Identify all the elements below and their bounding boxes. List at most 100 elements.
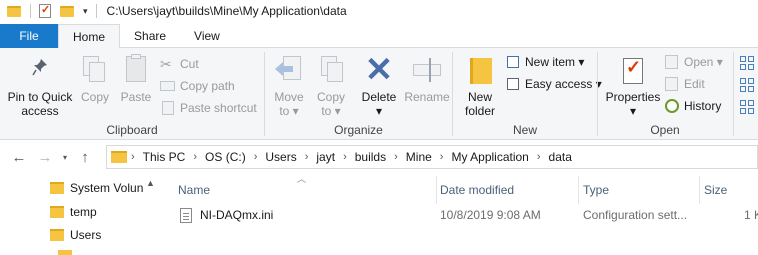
delete-label: Delete ▾ xyxy=(361,90,397,118)
new-folder-icon[interactable] xyxy=(59,3,75,19)
chevron-right-icon[interactable]: › xyxy=(305,151,309,163)
column-header-name[interactable]: Name xyxy=(174,180,436,200)
paste-button[interactable]: Paste xyxy=(116,54,156,104)
cut-label: Cut xyxy=(180,57,199,71)
pin-label: Pin to Quick access xyxy=(7,90,73,118)
chevron-right-icon[interactable]: › xyxy=(254,151,258,163)
clipboard-group: Pin to Quick access Copy Paste ✂ Cut Cop… xyxy=(0,48,264,140)
select-all-icon[interactable] xyxy=(740,56,754,70)
properties-label: Properties ▾ xyxy=(605,90,661,118)
column-header-date-modified[interactable]: Date modified xyxy=(436,180,578,200)
breadcrumb-jayt[interactable]: jayt xyxy=(316,150,335,164)
move-to-label: Move to ▾ xyxy=(274,90,304,118)
chevron-right-icon[interactable]: › xyxy=(131,151,135,163)
column-header-size[interactable]: Size xyxy=(700,180,758,200)
scroll-up-arrow-icon[interactable]: ▲ xyxy=(146,178,155,188)
folder-icon xyxy=(58,250,72,255)
copy-button[interactable]: Copy xyxy=(76,54,114,104)
tab-share[interactable]: Share xyxy=(120,24,180,48)
forward-arrow-icon[interactable]: → xyxy=(32,149,58,166)
title-bar: ▾ C:\Users\jayt\builds\Mine\My Applicati… xyxy=(0,0,758,22)
new-group-label: New xyxy=(512,123,537,137)
organize-group: Move to ▾ Copy to ▾ ✕ Delete ▾ Rename Or… xyxy=(265,48,452,140)
address-bar[interactable]: › This PC › OS (C:) › Users › jayt › bui… xyxy=(106,145,758,169)
recent-locations-chevron-icon[interactable]: ▾ xyxy=(58,153,72,162)
copy-path-icon xyxy=(160,78,176,94)
folder-icon[interactable] xyxy=(6,3,22,19)
new-folder-icon xyxy=(464,54,496,86)
properties-icon[interactable] xyxy=(37,3,53,19)
ribbon-tabs: File Home Share View xyxy=(0,24,758,49)
chevron-right-icon[interactable]: › xyxy=(193,151,197,163)
open-icon xyxy=(664,54,680,70)
copy-label: Copy xyxy=(80,90,109,104)
new-folder-button[interactable]: New folder xyxy=(457,54,503,118)
column-header-type[interactable]: Type xyxy=(579,180,699,200)
tab-view[interactable]: View xyxy=(180,24,234,48)
delete-x-icon: ✕ xyxy=(364,51,394,89)
cut-button[interactable]: ✂ Cut xyxy=(160,54,199,74)
folder-icon xyxy=(50,229,64,241)
pin-to-quick-access-button[interactable]: Pin to Quick access xyxy=(4,54,76,118)
clipboard-group-label: Clipboard xyxy=(106,123,158,137)
separator xyxy=(30,4,31,18)
scissors-icon: ✂ xyxy=(160,56,172,72)
folder-icon xyxy=(50,206,64,218)
navigation-pane: ▲ System Volun temp Users xyxy=(0,172,160,255)
up-arrow-icon[interactable]: ↑ xyxy=(72,149,98,166)
tab-file[interactable]: File xyxy=(0,24,58,48)
select-none-icon[interactable] xyxy=(740,78,754,92)
chevron-right-icon[interactable]: › xyxy=(394,151,398,163)
copy-to-icon xyxy=(315,54,347,86)
new-item-icon xyxy=(505,54,521,70)
nav-item-label: System Volun xyxy=(70,181,144,195)
file-list: ︿ Name Date modified Type Size NI-DAQmx.… xyxy=(160,172,758,255)
breadcrumb-mine[interactable]: Mine xyxy=(406,150,432,164)
nav-item-label: Users xyxy=(70,228,102,242)
history-button[interactable]: History xyxy=(664,96,721,116)
back-arrow-icon[interactable]: ← xyxy=(6,149,32,166)
tab-home[interactable]: Home xyxy=(58,24,121,49)
open-group-label: Open xyxy=(650,123,680,137)
breadcrumb-os-c[interactable]: OS (C:) xyxy=(205,150,246,164)
file-size: 1 K xyxy=(744,208,758,222)
copy-path-button[interactable]: Copy path xyxy=(160,76,235,96)
easy-access-button[interactable]: Easy access ▾ xyxy=(505,74,602,94)
properties-button[interactable]: ✓ Properties ▾ xyxy=(604,54,662,118)
breadcrumb-this-pc[interactable]: This PC xyxy=(143,150,186,164)
nav-item-users[interactable]: Users xyxy=(50,225,101,245)
open-button[interactable]: Open ▾ xyxy=(664,52,723,72)
file-date-modified: 10/8/2019 9:08 AM xyxy=(440,208,541,222)
properties-icon: ✓ xyxy=(617,54,649,86)
paste-shortcut-button[interactable]: Paste shortcut xyxy=(160,98,257,118)
select-group xyxy=(736,48,758,140)
breadcrumb-my-application[interactable]: My Application xyxy=(451,150,528,164)
file-row[interactable]: NI-DAQmx.ini 10/8/2019 9:08 AM Configura… xyxy=(160,204,758,226)
rename-button[interactable]: Rename xyxy=(403,54,451,104)
history-label: History xyxy=(684,99,722,113)
copy-path-label: Copy path xyxy=(180,79,235,93)
edit-label: Edit xyxy=(684,77,705,91)
copy-icon xyxy=(79,54,111,86)
customize-toolbar-dropdown-icon[interactable]: ▾ xyxy=(83,6,88,17)
copy-to-label: Copy to ▾ xyxy=(316,90,345,118)
new-item-button[interactable]: New item ▾ xyxy=(505,52,584,72)
breadcrumb-data[interactable]: data xyxy=(549,150,572,164)
chevron-right-icon[interactable]: › xyxy=(440,151,444,163)
move-to-icon xyxy=(273,54,305,86)
move-to-button[interactable]: Move to ▾ xyxy=(269,54,309,118)
breadcrumb-builds[interactable]: builds xyxy=(355,150,386,164)
copy-to-button[interactable]: Copy to ▾ xyxy=(311,54,351,118)
rename-icon xyxy=(411,54,443,86)
invert-selection-icon[interactable] xyxy=(740,100,754,114)
edit-button[interactable]: Edit xyxy=(664,74,705,94)
nav-item-system-volume[interactable]: System Volun xyxy=(50,178,146,198)
delete-button[interactable]: ✕ Delete ▾ xyxy=(357,51,401,118)
chevron-right-icon[interactable]: › xyxy=(343,151,347,163)
pin-icon xyxy=(24,54,56,86)
nav-item-temp[interactable]: temp xyxy=(50,202,97,222)
chevron-right-icon[interactable]: › xyxy=(537,151,541,163)
navigation-bar: ← → ▾ ↑ › This PC › OS (C:) › Users › ja… xyxy=(0,145,758,169)
paste-label: Paste xyxy=(120,90,152,104)
breadcrumb-users[interactable]: Users xyxy=(265,150,296,164)
